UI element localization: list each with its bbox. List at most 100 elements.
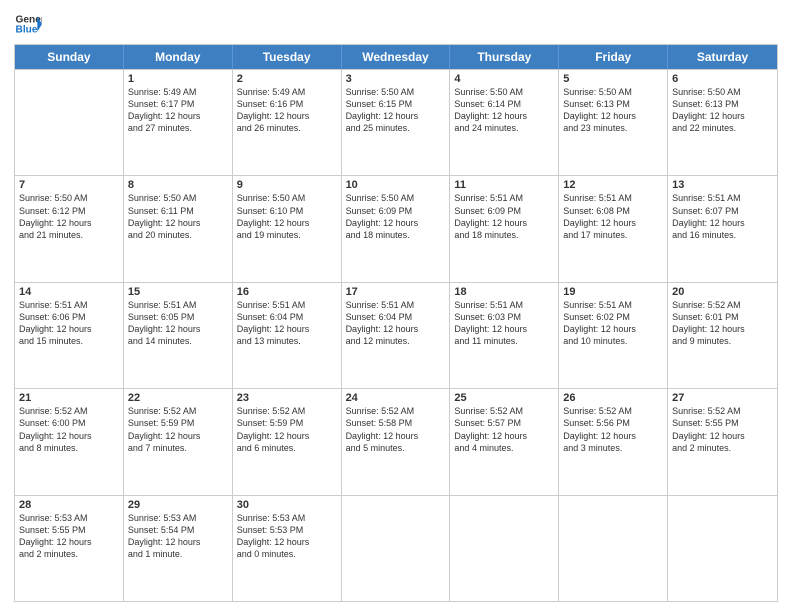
- day-cell-17: 17Sunrise: 5:51 AMSunset: 6:04 PMDayligh…: [342, 283, 451, 388]
- day-number: 4: [454, 73, 554, 85]
- day-info: Sunrise: 5:49 AMSunset: 6:17 PMDaylight:…: [128, 86, 228, 135]
- day-info: Sunrise: 5:51 AMSunset: 6:03 PMDaylight:…: [454, 299, 554, 348]
- day-number: 11: [454, 179, 554, 191]
- day-number: 24: [346, 392, 446, 404]
- day-cell-4: 4Sunrise: 5:50 AMSunset: 6:14 PMDaylight…: [450, 70, 559, 175]
- day-number: 18: [454, 286, 554, 298]
- day-number: 29: [128, 499, 228, 511]
- day-number: 13: [672, 179, 773, 191]
- day-number: 5: [563, 73, 663, 85]
- day-cell-27: 27Sunrise: 5:52 AMSunset: 5:55 PMDayligh…: [668, 389, 777, 494]
- calendar-body: 1Sunrise: 5:49 AMSunset: 6:17 PMDaylight…: [15, 69, 777, 601]
- day-cell-1: 1Sunrise: 5:49 AMSunset: 6:17 PMDaylight…: [124, 70, 233, 175]
- empty-cell: [342, 496, 451, 601]
- day-info: Sunrise: 5:50 AMSunset: 6:13 PMDaylight:…: [563, 86, 663, 135]
- day-cell-9: 9Sunrise: 5:50 AMSunset: 6:10 PMDaylight…: [233, 176, 342, 281]
- day-number: 12: [563, 179, 663, 191]
- day-cell-3: 3Sunrise: 5:50 AMSunset: 6:15 PMDaylight…: [342, 70, 451, 175]
- day-number: 7: [19, 179, 119, 191]
- day-header-monday: Monday: [124, 45, 233, 69]
- day-number: 17: [346, 286, 446, 298]
- day-number: 22: [128, 392, 228, 404]
- day-info: Sunrise: 5:50 AMSunset: 6:13 PMDaylight:…: [672, 86, 773, 135]
- day-number: 1: [128, 73, 228, 85]
- day-number: 10: [346, 179, 446, 191]
- day-info: Sunrise: 5:50 AMSunset: 6:09 PMDaylight:…: [346, 192, 446, 241]
- empty-cell: [15, 70, 124, 175]
- day-number: 16: [237, 286, 337, 298]
- day-info: Sunrise: 5:52 AMSunset: 5:59 PMDaylight:…: [237, 405, 337, 454]
- calendar-header: SundayMondayTuesdayWednesdayThursdayFrid…: [15, 45, 777, 69]
- day-number: 9: [237, 179, 337, 191]
- day-info: Sunrise: 5:52 AMSunset: 6:00 PMDaylight:…: [19, 405, 119, 454]
- svg-text:Blue: Blue: [16, 25, 38, 36]
- day-info: Sunrise: 5:52 AMSunset: 5:58 PMDaylight:…: [346, 405, 446, 454]
- day-info: Sunrise: 5:50 AMSunset: 6:10 PMDaylight:…: [237, 192, 337, 241]
- day-cell-21: 21Sunrise: 5:52 AMSunset: 6:00 PMDayligh…: [15, 389, 124, 494]
- day-info: Sunrise: 5:50 AMSunset: 6:11 PMDaylight:…: [128, 192, 228, 241]
- calendar: SundayMondayTuesdayWednesdayThursdayFrid…: [14, 44, 778, 602]
- logo: General Blue: [14, 10, 42, 38]
- day-cell-20: 20Sunrise: 5:52 AMSunset: 6:01 PMDayligh…: [668, 283, 777, 388]
- day-header-sunday: Sunday: [15, 45, 124, 69]
- day-cell-15: 15Sunrise: 5:51 AMSunset: 6:05 PMDayligh…: [124, 283, 233, 388]
- day-number: 25: [454, 392, 554, 404]
- week-row-5: 28Sunrise: 5:53 AMSunset: 5:55 PMDayligh…: [15, 495, 777, 601]
- day-number: 8: [128, 179, 228, 191]
- day-info: Sunrise: 5:53 AMSunset: 5:55 PMDaylight:…: [19, 512, 119, 561]
- day-cell-30: 30Sunrise: 5:53 AMSunset: 5:53 PMDayligh…: [233, 496, 342, 601]
- day-info: Sunrise: 5:52 AMSunset: 5:55 PMDaylight:…: [672, 405, 773, 454]
- day-cell-5: 5Sunrise: 5:50 AMSunset: 6:13 PMDaylight…: [559, 70, 668, 175]
- day-cell-24: 24Sunrise: 5:52 AMSunset: 5:58 PMDayligh…: [342, 389, 451, 494]
- week-row-2: 7Sunrise: 5:50 AMSunset: 6:12 PMDaylight…: [15, 175, 777, 281]
- day-cell-29: 29Sunrise: 5:53 AMSunset: 5:54 PMDayligh…: [124, 496, 233, 601]
- day-number: 6: [672, 73, 773, 85]
- day-cell-14: 14Sunrise: 5:51 AMSunset: 6:06 PMDayligh…: [15, 283, 124, 388]
- day-info: Sunrise: 5:50 AMSunset: 6:15 PMDaylight:…: [346, 86, 446, 135]
- day-info: Sunrise: 5:51 AMSunset: 6:07 PMDaylight:…: [672, 192, 773, 241]
- day-number: 21: [19, 392, 119, 404]
- day-info: Sunrise: 5:52 AMSunset: 5:57 PMDaylight:…: [454, 405, 554, 454]
- day-number: 14: [19, 286, 119, 298]
- day-header-thursday: Thursday: [450, 45, 559, 69]
- day-info: Sunrise: 5:51 AMSunset: 6:05 PMDaylight:…: [128, 299, 228, 348]
- day-cell-2: 2Sunrise: 5:49 AMSunset: 6:16 PMDaylight…: [233, 70, 342, 175]
- day-cell-6: 6Sunrise: 5:50 AMSunset: 6:13 PMDaylight…: [668, 70, 777, 175]
- day-cell-26: 26Sunrise: 5:52 AMSunset: 5:56 PMDayligh…: [559, 389, 668, 494]
- day-cell-12: 12Sunrise: 5:51 AMSunset: 6:08 PMDayligh…: [559, 176, 668, 281]
- day-cell-10: 10Sunrise: 5:50 AMSunset: 6:09 PMDayligh…: [342, 176, 451, 281]
- day-info: Sunrise: 5:49 AMSunset: 6:16 PMDaylight:…: [237, 86, 337, 135]
- day-cell-28: 28Sunrise: 5:53 AMSunset: 5:55 PMDayligh…: [15, 496, 124, 601]
- week-row-3: 14Sunrise: 5:51 AMSunset: 6:06 PMDayligh…: [15, 282, 777, 388]
- day-info: Sunrise: 5:52 AMSunset: 5:59 PMDaylight:…: [128, 405, 228, 454]
- day-number: 23: [237, 392, 337, 404]
- day-cell-19: 19Sunrise: 5:51 AMSunset: 6:02 PMDayligh…: [559, 283, 668, 388]
- empty-cell: [668, 496, 777, 601]
- day-header-saturday: Saturday: [668, 45, 777, 69]
- day-info: Sunrise: 5:51 AMSunset: 6:08 PMDaylight:…: [563, 192, 663, 241]
- day-cell-18: 18Sunrise: 5:51 AMSunset: 6:03 PMDayligh…: [450, 283, 559, 388]
- day-number: 28: [19, 499, 119, 511]
- day-cell-23: 23Sunrise: 5:52 AMSunset: 5:59 PMDayligh…: [233, 389, 342, 494]
- day-cell-25: 25Sunrise: 5:52 AMSunset: 5:57 PMDayligh…: [450, 389, 559, 494]
- day-info: Sunrise: 5:52 AMSunset: 5:56 PMDaylight:…: [563, 405, 663, 454]
- week-row-1: 1Sunrise: 5:49 AMSunset: 6:17 PMDaylight…: [15, 69, 777, 175]
- day-number: 20: [672, 286, 773, 298]
- day-cell-13: 13Sunrise: 5:51 AMSunset: 6:07 PMDayligh…: [668, 176, 777, 281]
- day-cell-8: 8Sunrise: 5:50 AMSunset: 6:11 PMDaylight…: [124, 176, 233, 281]
- day-number: 19: [563, 286, 663, 298]
- day-cell-16: 16Sunrise: 5:51 AMSunset: 6:04 PMDayligh…: [233, 283, 342, 388]
- day-info: Sunrise: 5:51 AMSunset: 6:09 PMDaylight:…: [454, 192, 554, 241]
- day-header-tuesday: Tuesday: [233, 45, 342, 69]
- day-number: 2: [237, 73, 337, 85]
- day-info: Sunrise: 5:51 AMSunset: 6:04 PMDaylight:…: [237, 299, 337, 348]
- day-cell-11: 11Sunrise: 5:51 AMSunset: 6:09 PMDayligh…: [450, 176, 559, 281]
- day-header-friday: Friday: [559, 45, 668, 69]
- day-cell-7: 7Sunrise: 5:50 AMSunset: 6:12 PMDaylight…: [15, 176, 124, 281]
- day-info: Sunrise: 5:51 AMSunset: 6:06 PMDaylight:…: [19, 299, 119, 348]
- day-number: 15: [128, 286, 228, 298]
- day-cell-22: 22Sunrise: 5:52 AMSunset: 5:59 PMDayligh…: [124, 389, 233, 494]
- day-info: Sunrise: 5:51 AMSunset: 6:04 PMDaylight:…: [346, 299, 446, 348]
- empty-cell: [559, 496, 668, 601]
- day-number: 26: [563, 392, 663, 404]
